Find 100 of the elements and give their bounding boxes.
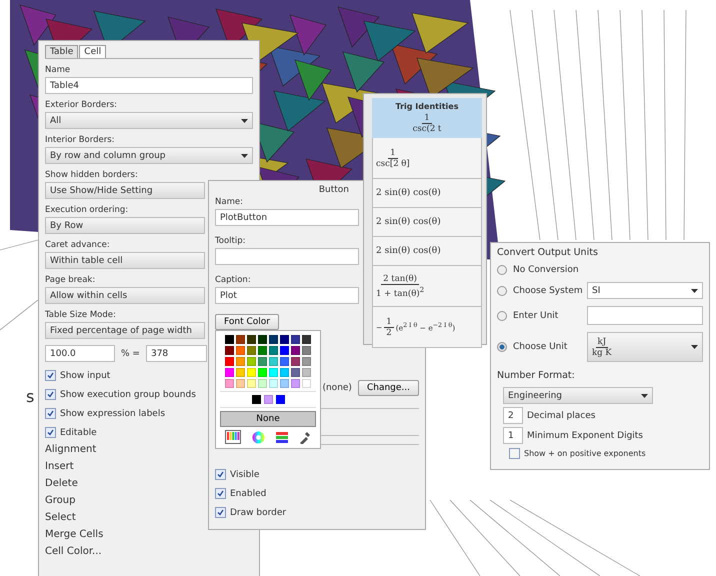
color-wheel-icon[interactable] (252, 430, 266, 444)
dropdown[interactable]: kJ kg K (587, 332, 703, 362)
checkbox[interactable] (45, 389, 56, 400)
radio-button[interactable] (497, 265, 507, 275)
checkbox[interactable] (45, 370, 56, 381)
color-swatch[interactable] (258, 335, 267, 344)
math-expression[interactable]: 2 sin(θ) cos(θ) (372, 208, 482, 237)
color-swatch[interactable] (247, 346, 256, 355)
none-button[interactable]: None (220, 411, 316, 427)
color-swatch[interactable] (247, 368, 256, 377)
color-swatch[interactable] (280, 346, 289, 355)
color-swatch[interactable] (302, 335, 311, 344)
color-swatch[interactable] (236, 368, 245, 377)
menu-item[interactable]: Delete (45, 478, 78, 489)
math-expression[interactable]: 2 tan(θ) 1 + tan(θ)$^{2}$ (372, 266, 482, 307)
dropdown[interactable]: Engineering (503, 387, 653, 404)
color-swatch[interactable] (269, 368, 278, 377)
color-swatch[interactable] (236, 335, 245, 344)
section-title: Number Format: (497, 370, 576, 381)
color-swatch[interactable] (302, 346, 311, 355)
checkbox[interactable] (509, 448, 520, 459)
input-field[interactable] (215, 248, 359, 265)
checkbox-label: Enabled (230, 488, 266, 498)
palette-title: Trig Identities (396, 102, 458, 111)
color-swatch[interactable] (280, 357, 289, 366)
color-swatch[interactable] (291, 335, 300, 344)
checkbox[interactable] (215, 469, 226, 480)
color-swatch[interactable] (269, 357, 278, 366)
input-field[interactable]: 1 (503, 427, 523, 444)
color-swatch[interactable] (302, 357, 311, 366)
menu-item[interactable]: Insert (45, 461, 74, 472)
color-swatch[interactable] (291, 368, 300, 377)
color-swatch[interactable] (247, 357, 256, 366)
input-field[interactable] (587, 306, 703, 325)
tab[interactable]: Table (45, 45, 78, 58)
font-color-button[interactable]: Font Color (215, 314, 279, 330)
color-swatch[interactable] (225, 368, 234, 377)
dropdown[interactable]: Fixed percentage of page width (45, 322, 205, 339)
menu-item[interactable]: Cell Color... (45, 546, 102, 557)
radio-button[interactable] (497, 286, 507, 296)
menu-item[interactable]: Merge Cells (45, 529, 104, 540)
dropdown[interactable]: Within table cell (45, 252, 205, 269)
color-swatch[interactable] (280, 368, 289, 377)
menu-item[interactable]: Select (45, 512, 76, 523)
checkbox[interactable] (45, 408, 56, 419)
dropdown[interactable]: SI (587, 282, 703, 299)
color-swatch[interactable] (225, 346, 234, 355)
color-swatch[interactable] (247, 335, 256, 344)
color-swatch[interactable] (280, 335, 289, 344)
color-swatch[interactable] (252, 395, 260, 404)
color-swatch[interactable] (276, 395, 284, 404)
radio-button[interactable] (497, 310, 507, 320)
dropdown[interactable]: By row and column group (45, 147, 253, 164)
color-swatch[interactable] (264, 395, 272, 404)
input-field[interactable]: 378 (146, 345, 207, 362)
dropdown[interactable]: Allow within cells (45, 287, 205, 304)
color-swatch[interactable] (291, 346, 300, 355)
eyedropper-icon[interactable] (298, 430, 311, 444)
color-swatch[interactable] (269, 379, 278, 388)
math-expression[interactable]: 2 sin(θ) cos(θ) (372, 179, 482, 208)
color-swatch[interactable] (258, 346, 267, 355)
input-field[interactable]: Plot (215, 287, 359, 304)
radio-button[interactable] (497, 342, 507, 352)
menu-item[interactable]: Group (45, 495, 76, 506)
dropdown[interactable]: By Row (45, 217, 205, 234)
color-swatch[interactable] (302, 368, 311, 377)
checkbox[interactable] (45, 427, 56, 438)
color-swatch[interactable] (258, 357, 267, 366)
checkbox[interactable] (215, 507, 226, 518)
input-field[interactable]: 100.0 (45, 345, 115, 362)
dropdown[interactable]: Use Show/Hide Setting (45, 182, 205, 199)
input-field[interactable]: Table4 (45, 77, 253, 94)
color-swatch[interactable] (236, 357, 245, 366)
color-sliders-icon[interactable] (276, 431, 288, 443)
color-swatch[interactable] (269, 346, 278, 355)
mesh-line (0, 300, 38, 330)
change-button[interactable]: Change... (358, 380, 419, 396)
color-swatch[interactable] (225, 335, 234, 344)
checkbox[interactable] (215, 488, 226, 499)
color-swatch[interactable] (225, 357, 234, 366)
input-field[interactable]: 2 (503, 407, 523, 424)
color-swatch[interactable] (291, 379, 300, 388)
color-swatch[interactable] (258, 368, 267, 377)
dropdown[interactable]: All (45, 112, 253, 129)
checkbox-label: Show execution group bounds (60, 390, 196, 400)
color-swatch[interactable] (291, 357, 300, 366)
swatch-grid-icon[interactable] (225, 430, 242, 444)
color-swatch[interactable] (280, 379, 289, 388)
color-swatch[interactable] (236, 379, 245, 388)
input-field[interactable]: PlotButton (215, 209, 359, 226)
color-swatch[interactable] (247, 379, 256, 388)
color-swatch[interactable] (225, 379, 234, 388)
math-expression[interactable]: 1 csc[2 θ] (372, 138, 482, 179)
color-swatch[interactable] (258, 379, 267, 388)
menu-item[interactable]: Alignment (45, 444, 96, 455)
tab[interactable]: Cell (79, 45, 106, 58)
color-swatch[interactable] (236, 346, 245, 355)
color-swatch[interactable] (302, 379, 311, 388)
math-expression[interactable]: 2 sin(θ) cos(θ) (372, 237, 482, 266)
color-swatch[interactable] (269, 335, 278, 344)
